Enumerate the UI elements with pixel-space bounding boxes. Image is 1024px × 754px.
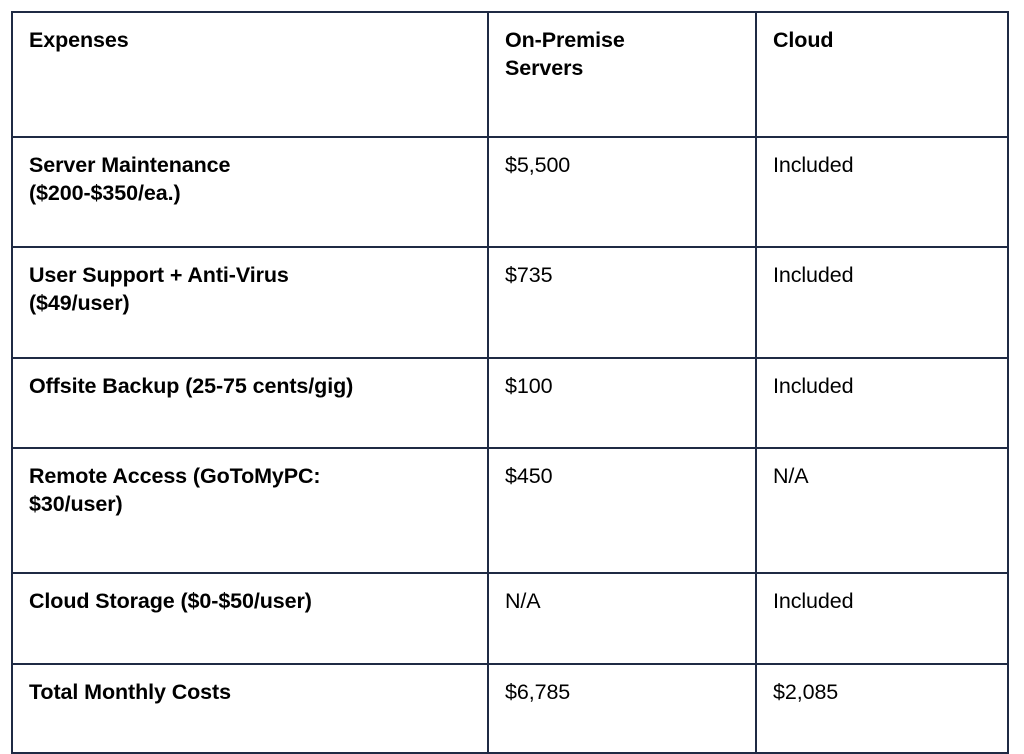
page-root: Expenses On-Premise Servers Cloud Server… <box>0 0 1024 754</box>
cloud-value: Included <box>773 589 854 613</box>
cell-on-premise-value: N/A <box>487 572 757 665</box>
expense-name-line1: Cloud Storage ($0-$50/user) <box>29 589 312 613</box>
cloud-value: Included <box>773 263 854 287</box>
cell-cloud-value: Included <box>755 136 1009 248</box>
cell-on-premise-value: $6,785 <box>487 663 757 754</box>
header-cell-on-premise: On-Premise Servers <box>487 11 757 138</box>
cell-cloud-value: Included <box>755 357 1009 449</box>
expense-name-line1: Total Monthly Costs <box>29 680 231 704</box>
expenses-comparison-table: Expenses On-Premise Servers Cloud Server… <box>11 11 1009 754</box>
header-label-expenses: Expenses <box>29 28 129 52</box>
table-row: Cloud Storage ($0-$50/user) N/A Included <box>11 572 1009 665</box>
cell-cloud-value: $2,085 <box>755 663 1009 754</box>
on-premise-value: $735 <box>505 263 553 287</box>
cloud-value: Included <box>773 153 854 177</box>
cloud-value: Included <box>773 374 854 398</box>
on-premise-value: $5,500 <box>505 153 571 177</box>
cell-expense-name: User Support + Anti-Virus ($49/user) <box>11 246 489 359</box>
expense-name-line1: Remote Access (GoToMyPC: <box>29 464 321 488</box>
cell-cloud-value: Included <box>755 246 1009 359</box>
cloud-value: N/A <box>773 464 809 488</box>
on-premise-value: N/A <box>505 589 541 613</box>
cell-expense-name: Server Maintenance ($200-$350/ea.) <box>11 136 489 248</box>
on-premise-value: $450 <box>505 464 553 488</box>
cell-expense-name: Offsite Backup (25-75 cents/gig) <box>11 357 489 449</box>
header-label-cloud: Cloud <box>773 28 834 52</box>
expense-name-line1: Server Maintenance <box>29 153 231 177</box>
expense-name-line2: ($49/user) <box>29 290 130 315</box>
header-label-on-premise-line2: Servers <box>505 55 584 80</box>
cell-cloud-value: Included <box>755 572 1009 665</box>
expense-name-line2: $30/user) <box>29 491 123 516</box>
header-cell-cloud: Cloud <box>755 11 1009 138</box>
cell-on-premise-value: $100 <box>487 357 757 449</box>
cloud-value: $2,085 <box>773 680 839 704</box>
cell-on-premise-value: $735 <box>487 246 757 359</box>
cell-cloud-value: N/A <box>755 447 1009 574</box>
cell-expense-name: Remote Access (GoToMyPC: $30/user) <box>11 447 489 574</box>
expense-name-line1: Offsite Backup (25-75 cents/gig) <box>29 374 354 398</box>
on-premise-value: $100 <box>505 374 553 398</box>
table-row: User Support + Anti-Virus ($49/user) $73… <box>11 246 1009 359</box>
cell-expense-name: Total Monthly Costs <box>11 663 489 754</box>
header-cell-expenses: Expenses <box>11 11 489 138</box>
table-row: Server Maintenance ($200-$350/ea.) $5,50… <box>11 136 1009 248</box>
expense-name-line1: User Support + Anti-Virus <box>29 263 289 287</box>
on-premise-value: $6,785 <box>505 680 571 704</box>
table-row: Offsite Backup (25-75 cents/gig) $100 In… <box>11 357 1009 449</box>
cell-expense-name: Cloud Storage ($0-$50/user) <box>11 572 489 665</box>
table-header-row: Expenses On-Premise Servers Cloud <box>11 11 1009 138</box>
expense-name-line2: ($200-$350/ea.) <box>29 180 181 205</box>
cell-on-premise-value: $5,500 <box>487 136 757 248</box>
table-row: Remote Access (GoToMyPC: $30/user) $450 … <box>11 447 1009 574</box>
cell-on-premise-value: $450 <box>487 447 757 574</box>
header-label-on-premise-line1: On-Premise <box>505 28 625 52</box>
table-row-total: Total Monthly Costs $6,785 $2,085 <box>11 663 1009 754</box>
